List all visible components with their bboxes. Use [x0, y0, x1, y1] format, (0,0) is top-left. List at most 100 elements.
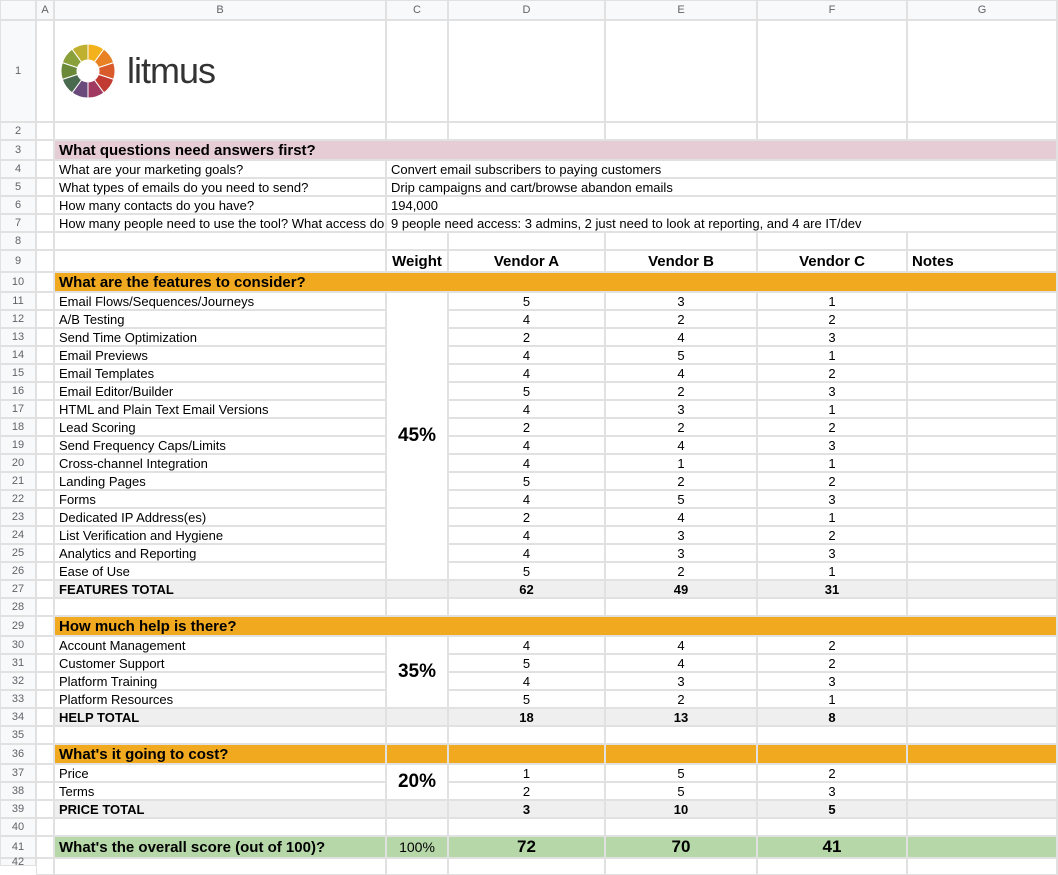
cell-A9[interactable] [36, 250, 54, 272]
help-label-33[interactable]: Platform Resources [54, 690, 386, 708]
feature-vendorb-25[interactable]: 3 [605, 544, 757, 562]
feature-label-13[interactable]: Send Time Optimization [54, 328, 386, 346]
cell-D35[interactable] [448, 726, 605, 744]
feature-notes-16[interactable] [907, 382, 1057, 400]
feature-vendorb-22[interactable]: 5 [605, 490, 757, 508]
cell-C36[interactable] [386, 744, 448, 764]
score-notes[interactable] [907, 836, 1057, 858]
cell-A6[interactable] [36, 196, 54, 214]
feature-vendorb-12[interactable]: 2 [605, 310, 757, 328]
cost-c-38[interactable]: 3 [757, 782, 907, 800]
feature-label-15[interactable]: Email Templates [54, 364, 386, 382]
feature-vendora-18[interactable]: 2 [448, 418, 605, 436]
cell-D8[interactable] [448, 232, 605, 250]
cell-A14[interactable] [36, 346, 54, 364]
feature-vendorb-19[interactable]: 4 [605, 436, 757, 454]
total-a-34[interactable]: 18 [448, 708, 605, 726]
section-header-29[interactable]: How much help is there? [54, 616, 1057, 636]
feature-vendorc-11[interactable]: 1 [757, 292, 907, 310]
feature-vendora-17[interactable]: 4 [448, 400, 605, 418]
feature-vendora-12[interactable]: 4 [448, 310, 605, 328]
col-header-F[interactable]: F [757, 0, 907, 20]
cell-D1[interactable] [448, 20, 605, 122]
feature-notes-23[interactable] [907, 508, 1057, 526]
cell-B2[interactable] [54, 122, 386, 140]
help-label-32[interactable]: Platform Training [54, 672, 386, 690]
row-header-20[interactable]: 20 [0, 454, 36, 472]
cell-E35[interactable] [605, 726, 757, 744]
section-header-10[interactable]: What are the features to consider? [54, 272, 1057, 292]
cell-B28[interactable] [54, 598, 386, 616]
feature-notes-13[interactable] [907, 328, 1057, 346]
total-label-39[interactable]: PRICE TOTAL [54, 800, 386, 818]
feature-vendorc-14[interactable]: 1 [757, 346, 907, 364]
cell-D36[interactable] [448, 744, 605, 764]
feature-vendorb-15[interactable]: 4 [605, 364, 757, 382]
question-label-7[interactable]: How many people need to use the tool? Wh… [54, 214, 386, 232]
question-answer-6[interactable]: 194,000 [386, 196, 1057, 214]
row-header-23[interactable]: 23 [0, 508, 36, 526]
cell-A25[interactable] [36, 544, 54, 562]
total-b-27[interactable]: 49 [605, 580, 757, 598]
row-header-25[interactable]: 25 [0, 544, 36, 562]
feature-vendorb-16[interactable]: 2 [605, 382, 757, 400]
cell-F8[interactable] [757, 232, 907, 250]
cell-A20[interactable] [36, 454, 54, 472]
cost-a-37[interactable]: 1 [448, 764, 605, 782]
cell-A17[interactable] [36, 400, 54, 418]
row-header-37[interactable]: 37 [0, 764, 36, 782]
total-a-39[interactable]: 3 [448, 800, 605, 818]
feature-vendorb-18[interactable]: 2 [605, 418, 757, 436]
cell-A8[interactable] [36, 232, 54, 250]
cell-A30[interactable] [36, 636, 54, 654]
help-notes-30[interactable] [907, 636, 1057, 654]
cell-E28[interactable] [605, 598, 757, 616]
feature-vendorb-20[interactable]: 1 [605, 454, 757, 472]
total-c-39[interactable]: 5 [757, 800, 907, 818]
cell-D28[interactable] [448, 598, 605, 616]
col-header-E[interactable]: E [605, 0, 757, 20]
cell-E1[interactable] [605, 20, 757, 122]
question-label-6[interactable]: How many contacts do you have? [54, 196, 386, 214]
cell-A32[interactable] [36, 672, 54, 690]
total-weight-34[interactable] [386, 708, 448, 726]
cell-A10[interactable] [36, 272, 54, 292]
row-header-2[interactable]: 2 [0, 122, 36, 140]
feature-notes-22[interactable] [907, 490, 1057, 508]
cell-A41[interactable] [36, 836, 54, 858]
help-label-30[interactable]: Account Management [54, 636, 386, 654]
feature-vendorc-22[interactable]: 3 [757, 490, 907, 508]
row-header-32[interactable]: 32 [0, 672, 36, 690]
cell-G28[interactable] [907, 598, 1057, 616]
help-c-30[interactable]: 2 [757, 636, 907, 654]
row-header-36[interactable]: 36 [0, 744, 36, 764]
cell-F2[interactable] [757, 122, 907, 140]
cell-A31[interactable] [36, 654, 54, 672]
feature-vendora-14[interactable]: 4 [448, 346, 605, 364]
row-header-31[interactable]: 31 [0, 654, 36, 672]
cell-G2[interactable] [907, 122, 1057, 140]
cell-A27[interactable] [36, 580, 54, 598]
total-b-39[interactable]: 10 [605, 800, 757, 818]
help-b-31[interactable]: 4 [605, 654, 757, 672]
feature-label-14[interactable]: Email Previews [54, 346, 386, 364]
feature-vendorb-24[interactable]: 3 [605, 526, 757, 544]
feature-notes-12[interactable] [907, 310, 1057, 328]
help-b-33[interactable]: 2 [605, 690, 757, 708]
cell-C8[interactable] [386, 232, 448, 250]
feature-vendora-19[interactable]: 4 [448, 436, 605, 454]
cell-E8[interactable] [605, 232, 757, 250]
total-notes-39[interactable] [907, 800, 1057, 818]
feature-vendora-22[interactable]: 4 [448, 490, 605, 508]
features-weight[interactable]: 45% [386, 292, 448, 580]
total-b-34[interactable]: 13 [605, 708, 757, 726]
cost-section[interactable]: What's it going to cost? [54, 744, 386, 764]
cell-A5[interactable] [36, 178, 54, 196]
cell-G1[interactable] [907, 20, 1057, 122]
row-header-10[interactable]: 10 [0, 272, 36, 292]
score-c[interactable]: 41 [757, 836, 907, 858]
cell-3-42[interactable] [448, 858, 605, 875]
feature-vendora-23[interactable]: 2 [448, 508, 605, 526]
header-vendor-c[interactable]: Vendor C [757, 250, 907, 272]
question-label-4[interactable]: What are your marketing goals? [54, 160, 386, 178]
